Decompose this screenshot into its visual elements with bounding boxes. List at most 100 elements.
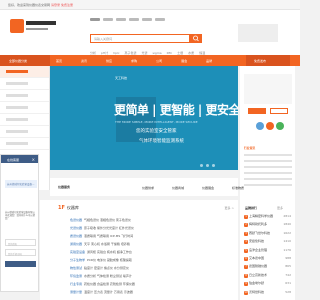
all-categories-button[interactable]: 全部仪器分类 xyxy=(0,55,50,66)
library-items[interactable]: 液质联用 气质联用 ICP-MS 飞行时间 xyxy=(84,234,133,238)
nav-link[interactable]: 展会 xyxy=(181,59,187,63)
service-link[interactable]: 仪器商城 xyxy=(172,186,184,190)
chat-company-card[interactable]: 苏州德威尔实验室设备... xyxy=(5,180,37,188)
search-tab[interactable] xyxy=(103,18,113,21)
library-category[interactable]: 质谱仪器 xyxy=(70,234,82,238)
ranking-row[interactable]: 10沃特世科技 528 xyxy=(244,290,293,298)
ranking-row[interactable]: 5 岛津企业管理 1176 xyxy=(244,248,293,256)
ranking-brand-name[interactable]: 德国耐驰仪器 xyxy=(249,264,282,268)
hero-banner[interactable]: 天工科技 更简单 | 更智能 | 更安全 THE MORE SIMPLE, MO… xyxy=(50,66,238,170)
banner-dot[interactable] xyxy=(206,164,209,167)
ranking-row[interactable]: 9 珀金埃尔默 631 xyxy=(244,281,293,289)
library-items[interactable]: PCR仪 电泳仪 凝胶成像 核酸提取 xyxy=(87,258,132,262)
category-item[interactable] xyxy=(0,102,49,114)
ranking-number: 1 xyxy=(244,215,248,219)
library-category[interactable]: 分子生物学 xyxy=(70,258,85,262)
ranking-brand-name[interactable]: 安捷伦科技 xyxy=(249,239,282,243)
ranking-brand-name[interactable]: 岛津企业管理 xyxy=(249,248,282,252)
news-item[interactable] xyxy=(244,178,292,180)
category-item[interactable] xyxy=(0,114,49,126)
news-item[interactable] xyxy=(244,166,292,168)
category-item[interactable] xyxy=(0,66,49,78)
chat-message: 苏州德威尔实验室设备有限公司欢迎您！请问有什么可以帮您？ xyxy=(5,211,35,221)
login-link[interactable]: 请登录 xyxy=(51,3,60,7)
library-items[interactable]: 药检仪器 食品检测 农残检测 环保仪器 xyxy=(84,282,135,286)
nav-link[interactable]: 资讯 xyxy=(81,59,87,63)
ranking-row[interactable]: 7 德国耐驰仪器 865 xyxy=(244,264,293,272)
search-tab[interactable] xyxy=(90,18,100,21)
search-tab[interactable] xyxy=(116,18,126,21)
category-item[interactable] xyxy=(0,90,49,102)
ranking-brand-name[interactable]: 珀金埃尔默 xyxy=(249,281,282,285)
library-more-link[interactable]: 更多 > xyxy=(225,206,234,210)
ranking-brand-name[interactable]: 赛默飞世尔科技 xyxy=(249,231,282,235)
category-item[interactable] xyxy=(0,78,49,90)
ranking-brand-name[interactable]: 艾本德中国 xyxy=(249,256,282,260)
register-link[interactable]: 免费注册 xyxy=(61,3,73,7)
library-row: 光谱仪器 原子吸收 紫外分光光度计 红外光谱仪 xyxy=(70,226,232,234)
library-items[interactable]: 通风柜 实验台 纯水机 超净工作台 xyxy=(87,250,132,254)
search-tab[interactable] xyxy=(129,18,139,21)
library-category[interactable]: 物性测试 xyxy=(70,266,82,270)
ranking-row[interactable]: 6 艾本德中国 988 xyxy=(244,256,293,264)
library-row: 质谱仪器 液质联用 气质联用 ICP-MS 飞行时间 xyxy=(70,234,232,242)
ranking-row[interactable]: 4 安捷伦科技 1410 xyxy=(244,239,293,247)
chat-phone-field[interactable]: 您的手机号码 xyxy=(5,249,36,256)
ranking-brand-name[interactable]: 上海精密科学仪器 xyxy=(249,214,282,218)
library-items[interactable]: 气相色谱仪 液相色谱仪 离子色谱仪 xyxy=(84,218,131,222)
library-items[interactable]: 原子吸收 紫外分光光度计 红外光谱仪 xyxy=(84,226,134,230)
category-item[interactable] xyxy=(0,126,49,138)
library-category[interactable]: 光谱仪器 xyxy=(70,226,82,230)
library-items[interactable]: 天平 离心机 水浴锅 干燥箱 培养箱 xyxy=(84,242,130,246)
chat-send-button[interactable] xyxy=(5,261,36,267)
service-link[interactable]: 仪器供求 xyxy=(142,186,154,190)
library-category[interactable]: 通用仪器 xyxy=(70,242,82,246)
library-items[interactable]: 水质分析 气体检测 粉尘测试 噪声计 xyxy=(84,274,132,278)
news-item[interactable] xyxy=(244,184,292,186)
service-title: 仪器服务 xyxy=(58,185,71,189)
service-link[interactable]: 标准物质 xyxy=(232,186,244,190)
library-category[interactable]: 测量计量 xyxy=(70,290,82,294)
nav-link[interactable]: 供应 xyxy=(106,59,112,63)
nav-link[interactable]: 首页 xyxy=(56,59,62,63)
search-tab[interactable] xyxy=(142,18,152,21)
banner-dot[interactable] xyxy=(212,164,215,167)
register-button[interactable] xyxy=(270,108,288,114)
service-link[interactable]: 仪器展会 xyxy=(202,186,214,190)
library-category[interactable]: 行业专用 xyxy=(70,282,82,286)
ranking-row[interactable]: 8 日立高新技术 742 xyxy=(244,273,293,281)
news-item[interactable] xyxy=(244,154,292,156)
library-row: 物性测试 粘度计 密度计 熔点仪 水分测定仪 xyxy=(70,266,232,274)
news-item[interactable] xyxy=(244,172,292,174)
search-tab[interactable] xyxy=(155,18,165,21)
close-icon[interactable]: × xyxy=(32,157,35,162)
search-input[interactable]: 请输入关键词 xyxy=(90,34,190,43)
news-item[interactable] xyxy=(244,160,292,162)
ranking-brand-name[interactable]: 梅特勒托利多 xyxy=(249,222,282,226)
library-category[interactable]: 实验室设备 xyxy=(70,250,85,254)
ranking-row[interactable]: 2 梅特勒托利多 1840 xyxy=(244,222,293,230)
banner-dot[interactable] xyxy=(200,164,203,167)
library-items[interactable]: 温度计 压力表 流量计 万用表 示波器 xyxy=(84,290,133,294)
chat-name-field[interactable]: 您的姓名 xyxy=(5,239,36,246)
library-items[interactable]: 粘度计 密度计 熔点仪 水分测定仪 xyxy=(84,266,129,270)
ranking-row[interactable]: 1 上海精密科学仪器 2814 xyxy=(244,214,293,222)
ranking-brand-name[interactable]: 沃特世科技 xyxy=(249,290,282,294)
shield-icon xyxy=(256,122,264,130)
library-category[interactable]: 色谱仪器 xyxy=(70,218,82,222)
ranking-brand-name[interactable]: 日立高新技术 xyxy=(249,273,282,277)
library-category[interactable]: 环境监测 xyxy=(70,274,82,278)
login-button[interactable] xyxy=(248,108,266,114)
nav-link[interactable]: 求购 xyxy=(131,59,137,63)
free-publish-button[interactable]: 免费发布 xyxy=(246,55,290,66)
category-item[interactable] xyxy=(0,138,49,150)
ranking-more-link[interactable]: 更多 xyxy=(277,206,283,210)
site-logo[interactable] xyxy=(10,16,58,38)
ranking-count: 1176 xyxy=(283,247,291,252)
nav-link[interactable]: 公司 xyxy=(156,59,162,63)
nav-link[interactable]: 品牌 xyxy=(206,59,212,63)
search-button[interactable] xyxy=(190,34,202,43)
ranking-row[interactable]: 3 赛默飞世尔科技 1622 xyxy=(244,231,293,239)
ranking-count: 865 xyxy=(285,264,291,269)
header-ad[interactable] xyxy=(238,24,278,42)
